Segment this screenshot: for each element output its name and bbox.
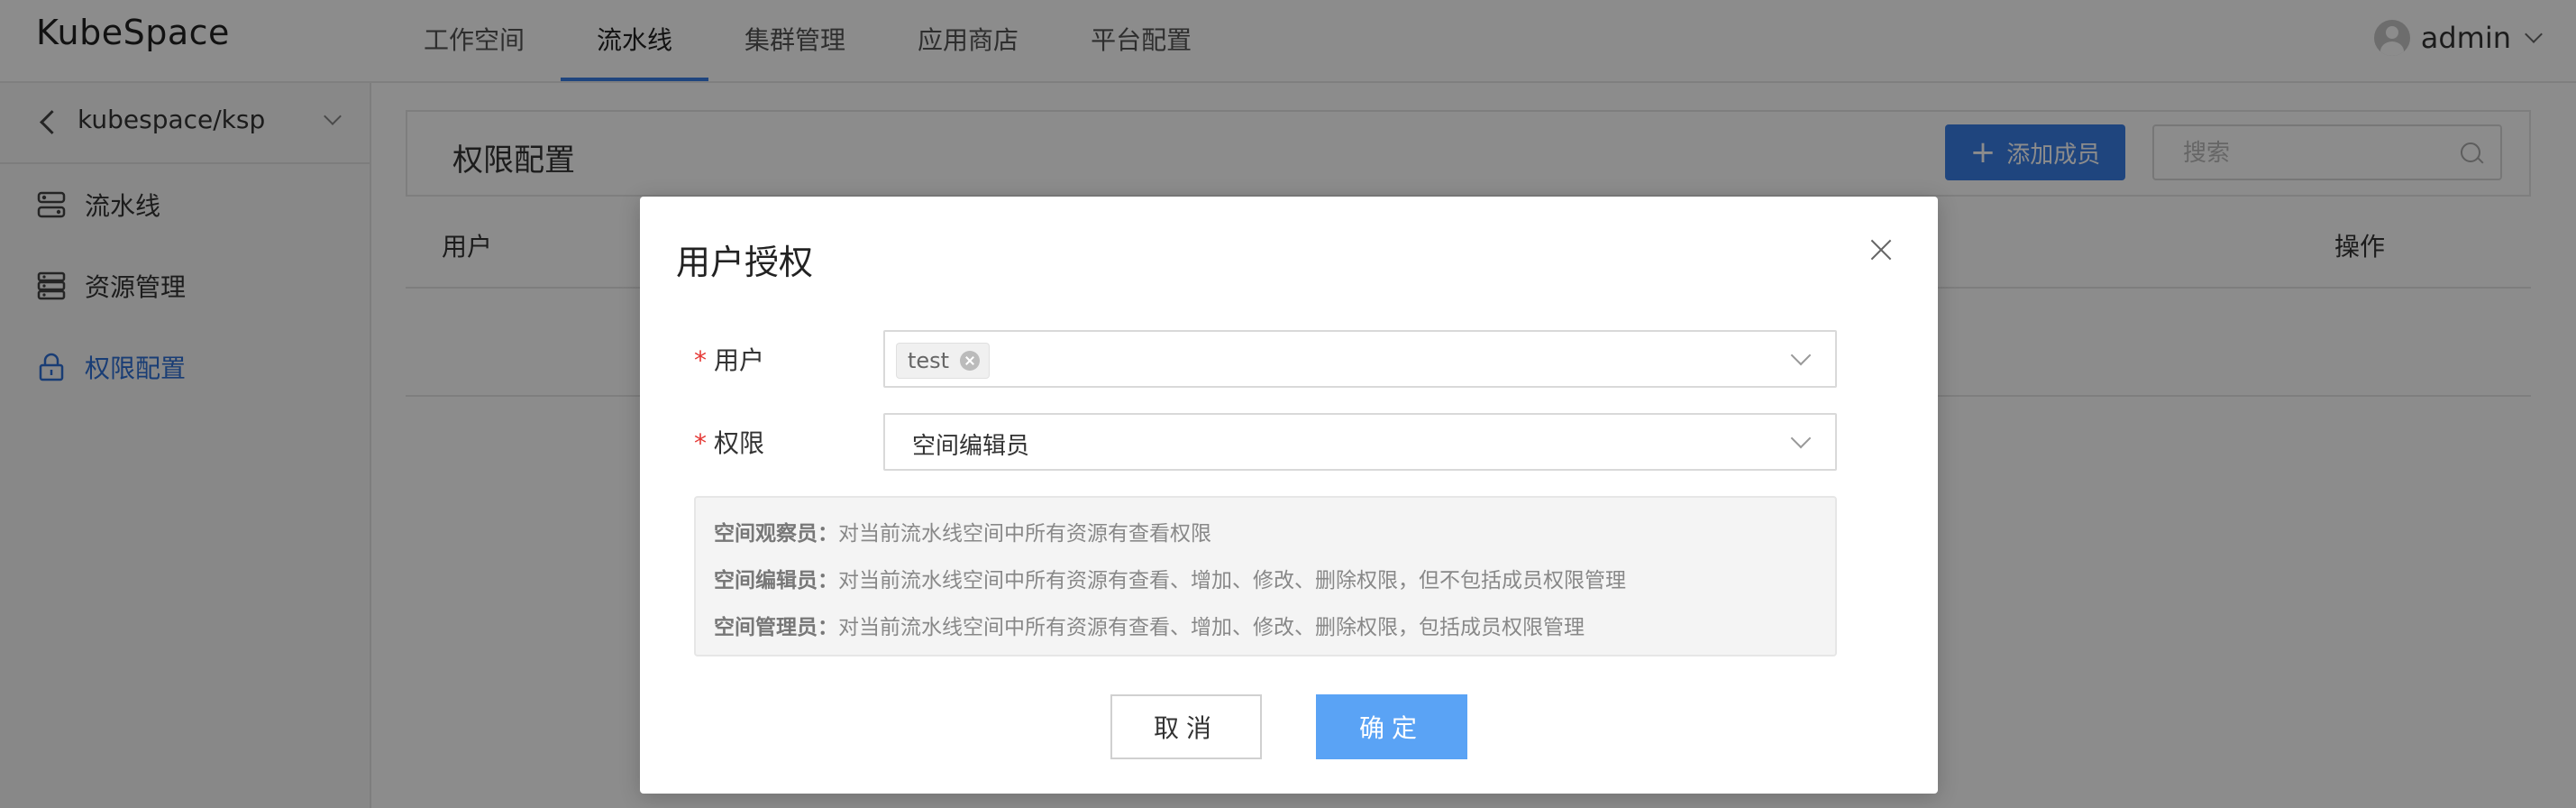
confirm-button[interactable]: 确定 [1316,694,1467,759]
role-name: 空间管理员： [714,616,838,639]
user-field-label: * 用户 [694,341,764,377]
role-name: 空间观察员： [714,522,838,546]
chevron-down-icon[interactable] [1790,344,1812,366]
tag-label: test [908,348,950,373]
user-select[interactable]: test [883,330,1837,388]
cancel-button[interactable]: 取消 [1110,694,1262,759]
role-description-admin: 空间管理员：对当前流水线空间中所有资源有查看、增加、修改、删除权限，包括成员权限… [714,610,1585,640]
role-description-box: 空间观察员：对当前流水线空间中所有资源有查看权限 空间编辑员：对当前流水线空间中… [694,496,1837,656]
remove-tag-icon[interactable] [960,351,981,371]
selected-user-tag: test [896,343,991,379]
chevron-down-icon[interactable] [1790,427,1812,449]
permission-label-text: 权限 [714,428,765,458]
role-text: 对当前流水线空间中所有资源有查看权限 [838,522,1211,546]
required-mark: * [694,345,707,375]
dialog-title: 用户授权 [676,243,814,282]
role-text: 对当前流水线空间中所有资源有查看、增加、修改、删除权限，包括成员权限管理 [838,616,1585,639]
role-description-editor: 空间编辑员：对当前流水线空间中所有资源有查看、增加、修改、删除权限，但不包括成员… [714,563,1626,593]
user-label-text: 用户 [714,345,765,375]
role-text: 对当前流水线空间中所有资源有查看、增加、修改、删除权限，但不包括成员权限管理 [838,569,1626,592]
role-name: 空间编辑员： [714,569,838,592]
required-mark: * [694,428,707,458]
close-icon[interactable] [1866,234,1896,265]
role-description-viewer: 空间观察员：对当前流水线空间中所有资源有查看权限 [714,516,1211,546]
permission-select[interactable]: 空间编辑员 [883,413,1837,471]
user-auth-dialog: 用户授权 * 用户 test * 权限 空间编辑员 空间观察员：对当前流水线空间中所… [640,197,1938,794]
permission-value: 空间编辑员 [912,433,1030,460]
permission-field-label: * 权限 [694,424,764,460]
